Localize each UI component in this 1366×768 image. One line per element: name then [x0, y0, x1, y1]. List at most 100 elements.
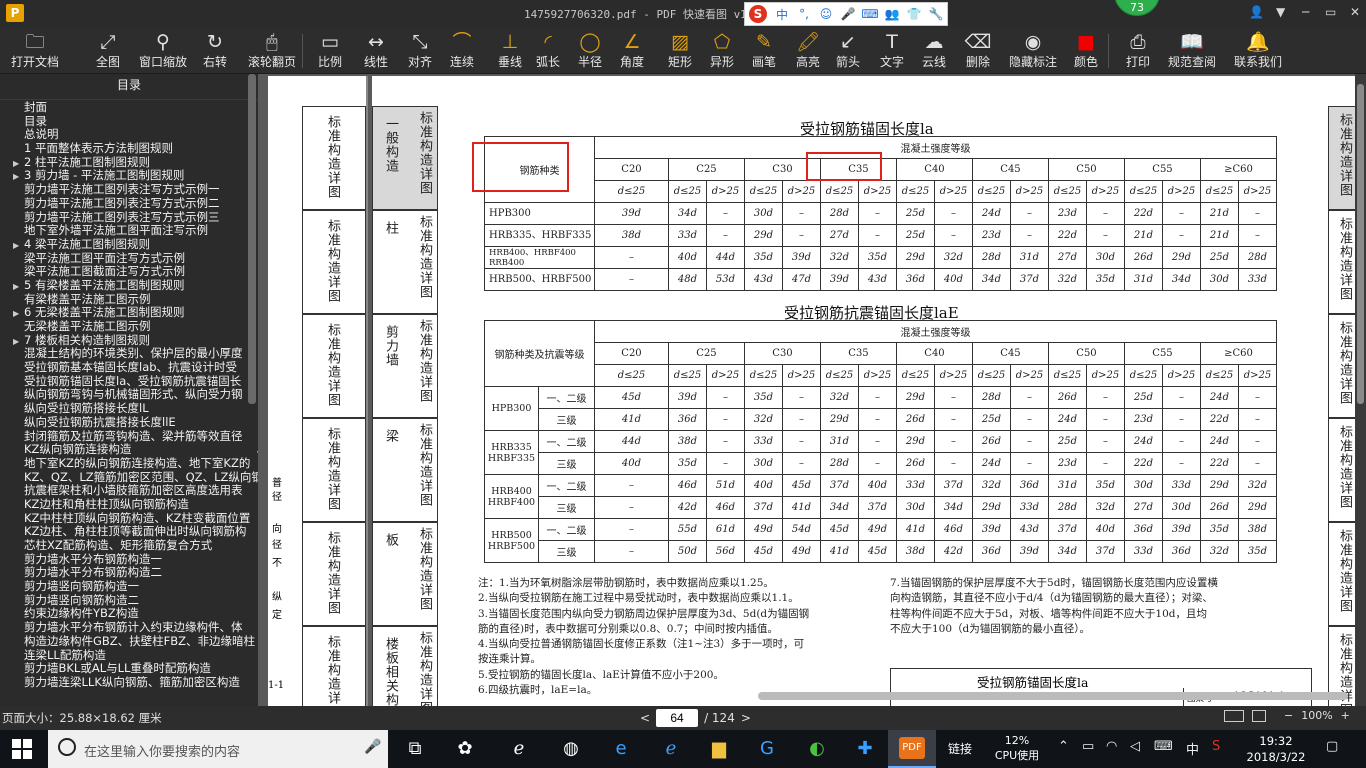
- vertical-scrollbar-thumb[interactable]: [1357, 84, 1364, 404]
- toolbar-arc-length-button[interactable]: ◜ 弧长: [528, 28, 568, 74]
- toolbar-polygon-area-button[interactable]: ⬠ 异形: [702, 28, 742, 74]
- toc-item[interactable]: 混凝土结构的环境类别、保护层的最小厚度: [0, 347, 258, 361]
- toc-item[interactable]: 1 平面整体表示方法制图规则: [0, 142, 258, 156]
- toc-item[interactable]: 目录: [0, 115, 258, 129]
- toc-item[interactable]: 连梁LL配筋构造: [0, 649, 258, 663]
- taskbar-search[interactable]: 在这里输入你要搜索的内容 🎤: [48, 730, 388, 768]
- battery-icon[interactable]: ▭: [1082, 739, 1094, 754]
- toc-item[interactable]: 受拉钢筋基本锚固长度lab、抗震设计时受: [0, 361, 258, 375]
- toc-item[interactable]: 地下室KZ的纵向钢筋连接构造、地下室KZ的: [0, 457, 258, 471]
- zoom-in-button[interactable]: +: [1341, 709, 1350, 722]
- cpu-usage[interactable]: 12% CPU使用: [992, 733, 1042, 763]
- toolbar-zoom-window-button[interactable]: ⚲ 窗口缩放: [136, 28, 190, 74]
- microphone-icon[interactable]: 🎤: [364, 739, 381, 755]
- ime-toolbar[interactable]: S 中 °, ☺ 🎤 ⌨ 👥 👕 🔧: [744, 2, 948, 26]
- g-app-icon[interactable]: G: [752, 734, 782, 764]
- toolbar-linear-measure-button[interactable]: ↔ 线性: [356, 28, 396, 74]
- tray-link[interactable]: 链接: [948, 740, 972, 757]
- annotation-box-bar-type[interactable]: [472, 142, 569, 192]
- toc-item[interactable]: 总说明: [0, 128, 258, 142]
- sogou-tray-icon[interactable]: S: [1212, 739, 1220, 754]
- expand-arrow-icon[interactable]: ▶: [13, 307, 24, 320]
- internet-explorer-icon[interactable]: ℯ: [656, 734, 686, 764]
- toc-item[interactable]: 封面: [0, 101, 258, 115]
- toc-item[interactable]: 芯柱XZ配筋构造、矩形箍筋复合方式: [0, 539, 258, 553]
- toc-item[interactable]: 构造边缘构件GBZ、扶壁柱FBZ、非边缘暗柱: [0, 635, 258, 649]
- sogou-icon[interactable]: S: [749, 5, 767, 23]
- toolbar-angle-button[interactable]: ∠ 角度: [612, 28, 652, 74]
- toc-item[interactable]: KZ中柱柱顶纵向钢筋构造、KZ柱变截面位置: [0, 512, 258, 526]
- toc-item[interactable]: 抗震框架柱和小墙肢箍筋加密区高度选用表: [0, 484, 258, 498]
- toolbar-spec-lookup-button[interactable]: 📖 规范查阅: [1164, 28, 1220, 74]
- keyboard-icon[interactable]: ⌨: [1154, 739, 1173, 754]
- toolbar-pen-button[interactable]: ✎ 画笔: [744, 28, 784, 74]
- expand-arrow-icon[interactable]: ▶: [13, 335, 24, 348]
- toc-item[interactable]: 地下室外墙平法施工图平面注写示例: [0, 224, 258, 238]
- toc-item[interactable]: 剪力墙竖向钢筋构造一: [0, 580, 258, 594]
- toc-item[interactable]: 纵向受拉钢筋抗震搭接长度llE: [0, 416, 258, 430]
- wifi-icon[interactable]: ◠: [1106, 739, 1117, 754]
- toc-item[interactable]: 剪力墙水平分布钢筋构造一: [0, 553, 258, 567]
- menu-dropdown-icon[interactable]: ▼: [1276, 5, 1285, 19]
- toolbar-print-button[interactable]: ⎙ 打印: [1118, 28, 1158, 74]
- toc-item[interactable]: KZ边柱和角柱柱顶纵向钢筋构造: [0, 498, 258, 512]
- expand-arrow-icon[interactable]: ▶: [13, 280, 24, 293]
- zoom-out-button[interactable]: −: [1284, 709, 1293, 722]
- next-page-button[interactable]: >: [741, 711, 751, 725]
- browser-app-icon[interactable]: ◍: [556, 734, 586, 764]
- toolbar-hide-markup-button[interactable]: ◉ 隐藏标注: [1004, 28, 1062, 74]
- ime-punctuation[interactable]: °,: [793, 7, 815, 21]
- toolbar-continuous-measure-button[interactable]: ⌒ 连续: [442, 28, 482, 74]
- annotation-box-c35[interactable]: [806, 152, 882, 181]
- toc-item[interactable]: 无梁楼盖平法施工图示例: [0, 320, 258, 334]
- toc-item[interactable]: 剪力墙平法施工图列表注写方式示例一: [0, 183, 258, 197]
- toc-item[interactable]: 剪力墙水平分布钢筋构造二: [0, 566, 258, 580]
- notifications-icon[interactable]: ▢: [1326, 739, 1338, 754]
- floating-badge[interactable]: 73: [1114, 0, 1160, 16]
- soft-keyboard-icon[interactable]: ⌨: [859, 7, 881, 21]
- toolbar-folder-button[interactable]: 🗀 打开文档: [4, 28, 66, 74]
- toc-item[interactable]: 剪力墙平法施工图列表注写方式示例三: [0, 211, 258, 225]
- toc-item[interactable]: 有梁楼盖平法施工图示例: [0, 293, 258, 307]
- maximize-button[interactable]: ▭: [1325, 5, 1336, 19]
- expand-arrow-icon[interactable]: ▶: [13, 239, 24, 252]
- toc-item[interactable]: ▶ 5 有梁楼盖平法施工图制图规则: [0, 279, 258, 293]
- toolbar-rotate-right-button[interactable]: ↻ 右转: [196, 28, 234, 74]
- toc-item[interactable]: ▶ 7 楼板相关构造制图规则: [0, 334, 258, 348]
- toolbar-fullscreen-button[interactable]: ⤢ 全图: [88, 28, 128, 74]
- toolbar-aligned-measure-button[interactable]: ⤡ 对齐: [400, 28, 440, 74]
- document-viewer[interactable]: 标准构造详图 标准构造详图 标准构造详图 标准构造详图 标准构造详图 标准构造详图 普径向…: [258, 74, 1366, 706]
- emoji-icon[interactable]: ☺: [815, 7, 837, 21]
- users-icon[interactable]: 👥: [881, 7, 903, 21]
- toolbar-rectangle-area-button[interactable]: ▨ 矩形: [660, 28, 700, 74]
- sidebar-scrollbar[interactable]: [248, 74, 256, 404]
- toolbar-arrow-button[interactable]: ↙ 箭头: [828, 28, 868, 74]
- toc-item[interactable]: 剪力墙竖向钢筋构造二: [0, 594, 258, 608]
- toc-item[interactable]: 梁平法施工图平面注写方式示例: [0, 252, 258, 266]
- toolbar-text-button[interactable]: T 文字: [872, 28, 912, 74]
- page-number-input[interactable]: [656, 709, 699, 727]
- minimize-button[interactable]: ─: [1302, 5, 1309, 19]
- toc-item[interactable]: KZ、QZ、LZ箍筋加密区范围、QZ、LZ纵向钢: [0, 471, 258, 485]
- close-button[interactable]: ✕: [1350, 5, 1360, 19]
- toolbar-radius-button[interactable]: ◯ 半径: [570, 28, 610, 74]
- prev-page-button[interactable]: <: [640, 711, 650, 725]
- toc-item[interactable]: 剪力墙水平分布钢筋计入约束边缘构件、体: [0, 621, 258, 635]
- skin-icon[interactable]: 👕: [903, 7, 925, 21]
- toc-item[interactable]: ▶ 3 剪力墙 - 平法施工图制图规则: [0, 169, 258, 183]
- expand-arrow-icon[interactable]: ▶: [13, 157, 24, 170]
- toc-item[interactable]: 约束边缘构件YBZ构造: [0, 607, 258, 621]
- pdf-taskbar-button[interactable]: PDF: [888, 730, 936, 768]
- file-explorer-icon[interactable]: ▆: [704, 734, 734, 764]
- toolbar-eraser-button[interactable]: ⌫ 删除: [958, 28, 998, 74]
- green-app-icon[interactable]: ◐: [802, 734, 832, 764]
- fan-app-icon[interactable]: ✿: [450, 734, 480, 764]
- edge-icon[interactable]: e: [606, 734, 636, 764]
- horizontal-scrollbar[interactable]: [758, 692, 1348, 700]
- ime-language[interactable]: 中: [1186, 739, 1199, 758]
- toc-item[interactable]: 梁平法施工图截面注写方式示例: [0, 265, 258, 279]
- toolbar-mouse-wheel-button[interactable]: 🖱 滚轮翻页: [246, 28, 298, 74]
- toc-item[interactable]: ▶ 6 无梁楼盖平法施工图制图规则: [0, 306, 258, 320]
- toc-item[interactable]: KZ纵向钢筋连接构造: [0, 443, 258, 457]
- toc-item[interactable]: 纵向钢筋弯钩与机械锚固形式、纵向受力钢: [0, 388, 258, 402]
